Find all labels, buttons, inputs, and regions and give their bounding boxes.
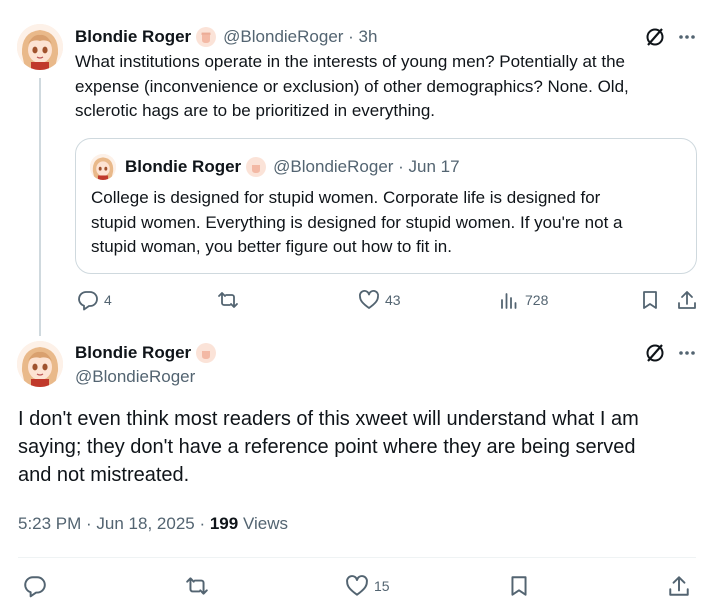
tweet-text-line: stupid women. Everything is designed for… [91, 212, 623, 232]
anime-avatar-image [17, 24, 63, 70]
like-count: 15 [374, 578, 390, 594]
share-button[interactable] [676, 289, 698, 311]
reply-button[interactable] [23, 574, 47, 598]
quoted-tweet-card[interactable]: Blondie Roger @BlondieRoger · Jun 17 Col… [75, 138, 697, 274]
tweet-text-line: saying; they don't have a reference poin… [18, 436, 636, 458]
quoted-tweet-header: Blondie Roger @BlondieRoger · Jun 17 [125, 156, 460, 178]
like-button[interactable]: 43 [358, 289, 401, 311]
views-count: 728 [525, 292, 549, 308]
grok-icon[interactable] [644, 26, 666, 48]
retweet-button[interactable] [217, 289, 239, 311]
like-count: 43 [385, 292, 401, 308]
anime-avatar-image [17, 341, 63, 387]
tweet-metadata: 5:23 PM · Jun 18, 2025 · 199 Views [18, 514, 288, 534]
author-name[interactable]: Blondie Roger [75, 343, 191, 363]
main-tweet-corner-actions [644, 342, 697, 364]
quoted-author-name: Blondie Roger [125, 157, 242, 176]
more-icon[interactable] [677, 343, 697, 363]
quoted-tweet-text: College is designed for stupid women. Co… [91, 186, 691, 260]
views-count: 199 [209, 514, 239, 533]
clenched-fist-badge [195, 342, 217, 364]
avatar[interactable] [17, 341, 63, 387]
bookmark-icon [511, 576, 527, 596]
divider [18, 557, 696, 558]
quoted-handle-time: @BlondieRoger · Jun 17 [273, 157, 460, 176]
share-icon [678, 291, 696, 309]
reply-icon [78, 291, 98, 311]
tweet-timestamp[interactable]: 5:23 PM · Jun 18, 2025 [18, 514, 195, 533]
retweet-icon [218, 292, 238, 308]
main-tweet-handle-row: @BlondieRoger [75, 366, 195, 388]
like-icon [359, 290, 379, 309]
tweet-text-line: expense (inconvenience or exclusion) of … [75, 76, 629, 96]
more-icon[interactable] [677, 27, 697, 47]
tweet-text-line: sclerotic hags are to be prioritized in … [75, 101, 436, 120]
reply-count: 4 [104, 292, 112, 308]
parent-tweet-text: What institutions operate in the interes… [75, 50, 695, 124]
tweet-text-line: and not mistreated. [18, 464, 190, 486]
author-handle-time[interactable]: @BlondieRoger · 3h [223, 27, 377, 47]
parent-tweet-header: Blondie Roger @BlondieRoger · 3h [75, 26, 377, 48]
like-button[interactable]: 15 [345, 574, 390, 598]
main-tweet-header: Blondie Roger [75, 342, 217, 364]
share-button[interactable] [667, 574, 691, 598]
author-handle[interactable]: @BlondieRoger [75, 367, 195, 387]
clenched-fist-badge [195, 26, 217, 48]
bookmark-button[interactable] [507, 574, 531, 598]
tweet-text-line: stupid woman, you better figure out how … [91, 237, 452, 256]
reply-icon [24, 576, 46, 598]
retweet-button[interactable] [185, 574, 209, 598]
retweet-icon [186, 577, 208, 595]
main-tweet-text: I don't even think most readers of this … [18, 405, 698, 489]
author-name[interactable]: Blondie Roger [75, 27, 191, 47]
meta-separator: · [194, 514, 210, 533]
bookmark-button[interactable] [639, 289, 661, 311]
tweet-text-line: I don't even think most readers of this … [18, 408, 639, 430]
bookmark-icon [643, 291, 657, 309]
quoted-avatar [90, 154, 116, 180]
clenched-fist-badge [245, 156, 267, 178]
tweet-text-line: What institutions operate in the interes… [75, 52, 625, 71]
share-icon [669, 576, 689, 596]
reply-button[interactable]: 4 [77, 289, 112, 311]
like-icon [346, 575, 368, 596]
views-icon [501, 293, 517, 309]
views-label: Views [238, 514, 288, 533]
parent-tweet-corner-actions [644, 26, 697, 48]
tweet-text-line: College is designed for stupid women. Co… [91, 188, 601, 207]
thread-connector-line [39, 78, 41, 336]
grok-icon[interactable] [644, 342, 666, 364]
views-button[interactable]: 728 [498, 289, 548, 311]
avatar[interactable] [17, 24, 63, 70]
